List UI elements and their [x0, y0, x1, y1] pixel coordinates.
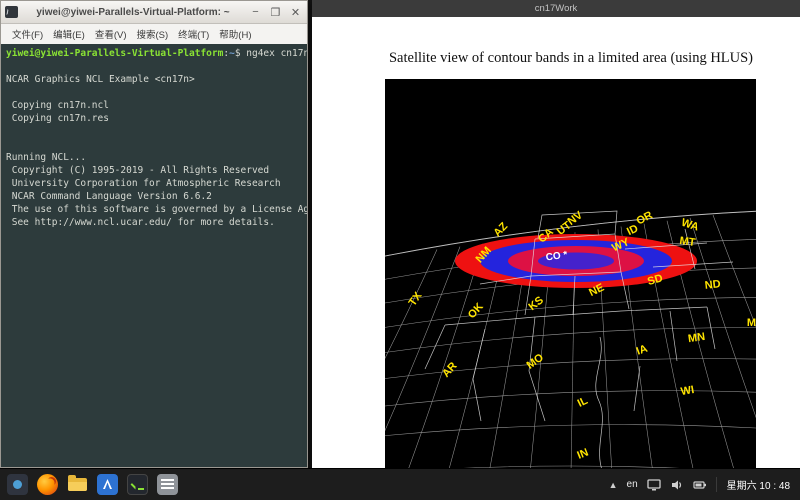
terminal-output-line: NCAR Command Language Version 6.6.2: [6, 190, 305, 203]
files-folder-icon[interactable]: [67, 474, 88, 495]
state-label-TX: TX: [407, 290, 425, 309]
state-label-OK: OK: [466, 301, 486, 321]
state-label-AR: AR: [440, 360, 460, 380]
state-label-KS: KS: [526, 294, 545, 313]
app-menu-icon[interactable]: [7, 474, 28, 495]
graphics-titlebar[interactable]: cn17Work: [312, 0, 800, 17]
clock: 星期六 10 : 48: [716, 477, 790, 492]
maximize-button[interactable]: ❐: [266, 4, 285, 21]
terminal-launcher-icon[interactable]: [127, 474, 148, 495]
terminal-screen[interactable]: yiwei@yiwei-Parallels-Virtual-Platform:~…: [1, 44, 307, 467]
state-label-IN: IN: [576, 447, 591, 462]
taskbar-launchers: [0, 474, 178, 495]
language-indicator[interactable]: en: [627, 479, 638, 490]
terminal-output-line: Copying cn17n.res: [6, 112, 305, 125]
terminal-output-line: Running NCL...: [6, 151, 305, 164]
terminal-output-line: The use of this software is governed by …: [6, 203, 305, 216]
firefox-icon[interactable]: [37, 474, 58, 495]
terminal-menu-item[interactable]: 文件(F): [7, 25, 48, 43]
satellite-map: TXOKKSNESDNDARMOIAMNILWIINMINMAZCAUTNVWY…: [385, 79, 756, 473]
terminal-menu-item[interactable]: 搜索(S): [131, 25, 173, 43]
state-label-ND: ND: [704, 278, 721, 292]
graphics-content: Satellite view of contour bands in a lim…: [312, 17, 800, 468]
terminal-menu-item[interactable]: 帮助(H): [214, 25, 256, 43]
battery-icon[interactable]: [693, 478, 707, 492]
terminal-output-line: See http://www.ncl.ucar.edu/ for more de…: [6, 216, 305, 229]
system-tray: ▲ en 星期六 10 : 48: [609, 477, 800, 492]
state-label-MN: MN: [687, 331, 706, 345]
plot-title: Satellite view of contour bands in a lim…: [372, 50, 770, 67]
state-label-MT: MT: [679, 235, 697, 249]
state-label-AZ: AZ: [491, 220, 510, 239]
terminal-output-line: [6, 138, 305, 151]
terminal-output: NCAR Graphics NCL Example <cn17n> Copyin…: [6, 60, 305, 229]
terminal-output-line: NCAR Graphics NCL Example <cn17n>: [6, 73, 305, 86]
prompt-user-host: yiwei@yiwei-Parallels-Virtual-Platform: [6, 48, 223, 59]
terminal-menubar: 文件(F)编辑(E)查看(V)搜索(S)终端(T)帮助(H): [1, 24, 307, 45]
software-center-icon[interactable]: [97, 474, 118, 495]
terminal-window: yiwei@yiwei-Parallels-Virtual-Platform: …: [0, 0, 308, 468]
satellite-map-plot: TXOKKSNESDNDARMOIAMNILWIINMINMAZCAUTNVWY…: [385, 79, 756, 473]
terminal-output-line: Copyright (C) 1995-2019 - All Rights Res…: [6, 164, 305, 177]
minimize-button[interactable]: −: [246, 4, 265, 21]
prompt-command: $ ng4ex cn17n: [235, 48, 307, 59]
taskbar: ▲ en 星期六 10 : 48: [0, 468, 800, 500]
terminal-output-line: University Corporation for Atmospheric R…: [6, 177, 305, 190]
terminal-output-line: [6, 60, 305, 73]
display-icon[interactable]: [647, 478, 661, 492]
graphics-window: cn17Work Satellite view of contour bands…: [312, 0, 800, 468]
terminal-titlebar[interactable]: yiwei@yiwei-Parallels-Virtual-Platform: …: [1, 1, 307, 24]
state-label-MO: MO: [525, 351, 547, 371]
close-button[interactable]: ✕: [286, 4, 305, 21]
terminal-menu-item[interactable]: 编辑(E): [48, 25, 90, 43]
terminal-output-line: [6, 86, 305, 99]
state-label-WA: WA: [680, 217, 701, 234]
terminal-output-line: Copying cn17n.ncl: [6, 99, 305, 112]
terminal-output-line: [6, 125, 305, 138]
volume-icon[interactable]: [670, 478, 684, 492]
graphics-window-title: cn17Work: [535, 3, 578, 14]
terminal-menu-item[interactable]: 终端(T): [173, 25, 214, 43]
state-label-IL: IL: [576, 395, 590, 410]
folder-front: [68, 482, 87, 491]
state-label-WI: WI: [680, 384, 695, 398]
state-label-OR: OR: [634, 209, 654, 227]
text-editor-icon[interactable]: [157, 474, 178, 495]
terminal-menu-item[interactable]: 查看(V): [90, 25, 132, 43]
state-label-MI: MI: [747, 317, 756, 329]
terminal-app-icon: [5, 6, 18, 18]
terminal-window-title: yiwei@yiwei-Parallels-Virtual-Platform: …: [23, 7, 243, 18]
terminal-prompt-line: yiwei@yiwei-Parallels-Virtual-Platform:~…: [6, 47, 305, 60]
chevron-up-icon[interactable]: ▲: [609, 480, 618, 490]
